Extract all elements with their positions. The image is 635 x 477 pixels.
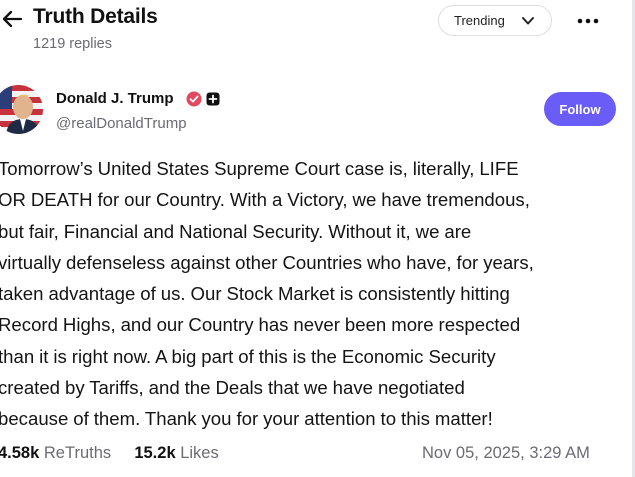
- retruths-stat[interactable]: 4.58k ReTruths: [0, 444, 116, 462]
- post-text: Tomorrow’s United States Supreme Court c…: [0, 153, 634, 435]
- verified-icon: [186, 91, 202, 107]
- follow-button[interactable]: Follow: [544, 92, 616, 126]
- more-horizontal-icon[interactable]: [571, 10, 605, 32]
- likes-label: Likes: [180, 444, 219, 462]
- post-text-line: because of them. Thank you for your atte…: [0, 408, 493, 430]
- post-text-line: Record Highs, and our Country has never …: [0, 314, 521, 336]
- post-text-line: Tomorrow’s United States Supreme Court c…: [0, 158, 519, 179]
- author-name[interactable]: Donald J. Trump: [56, 90, 174, 107]
- post-text-line: created by Tariffs, and the Deals that w…: [0, 377, 465, 399]
- avatar-image: [0, 85, 43, 134]
- avatar[interactable]: [0, 85, 43, 134]
- page-title: Truth Details: [33, 5, 158, 28]
- retruths-count: 4.58k: [0, 444, 40, 462]
- likes-count: 15.2k: [134, 444, 176, 462]
- sort-dropdown-label: Trending: [454, 13, 505, 28]
- arrow-left-icon[interactable]: [1, 8, 23, 30]
- replies-count: 1219 replies: [33, 36, 112, 52]
- post-text-line: virtually defenseless against other Coun…: [0, 251, 534, 273]
- post-text-line: OR DEATH for our Country. With a Victory…: [0, 189, 530, 211]
- sort-dropdown[interactable]: Trending: [438, 5, 552, 36]
- post-text-line: than it is right now. A big part of this…: [0, 345, 496, 367]
- author-handle[interactable]: @realDonaldTrump: [56, 115, 187, 132]
- retruths-label: ReTruths: [43, 444, 112, 462]
- likes-stat[interactable]: 15.2k Likes: [130, 444, 219, 462]
- post-text-line: taken advantage of us. Our Stock Market …: [0, 283, 510, 305]
- post-timestamp: Nov 05, 2025, 3:29 AM: [422, 444, 590, 462]
- page-header: Truth Details 1219 replies Trending: [0, 0, 632, 62]
- post-text-line: but fair, Financial and National Securit…: [0, 220, 472, 242]
- post-stats: 4.58k ReTruths 15.2k Likes: [0, 444, 219, 463]
- plus-badge-icon: [206, 92, 220, 106]
- chevron-down-icon: [522, 17, 534, 25]
